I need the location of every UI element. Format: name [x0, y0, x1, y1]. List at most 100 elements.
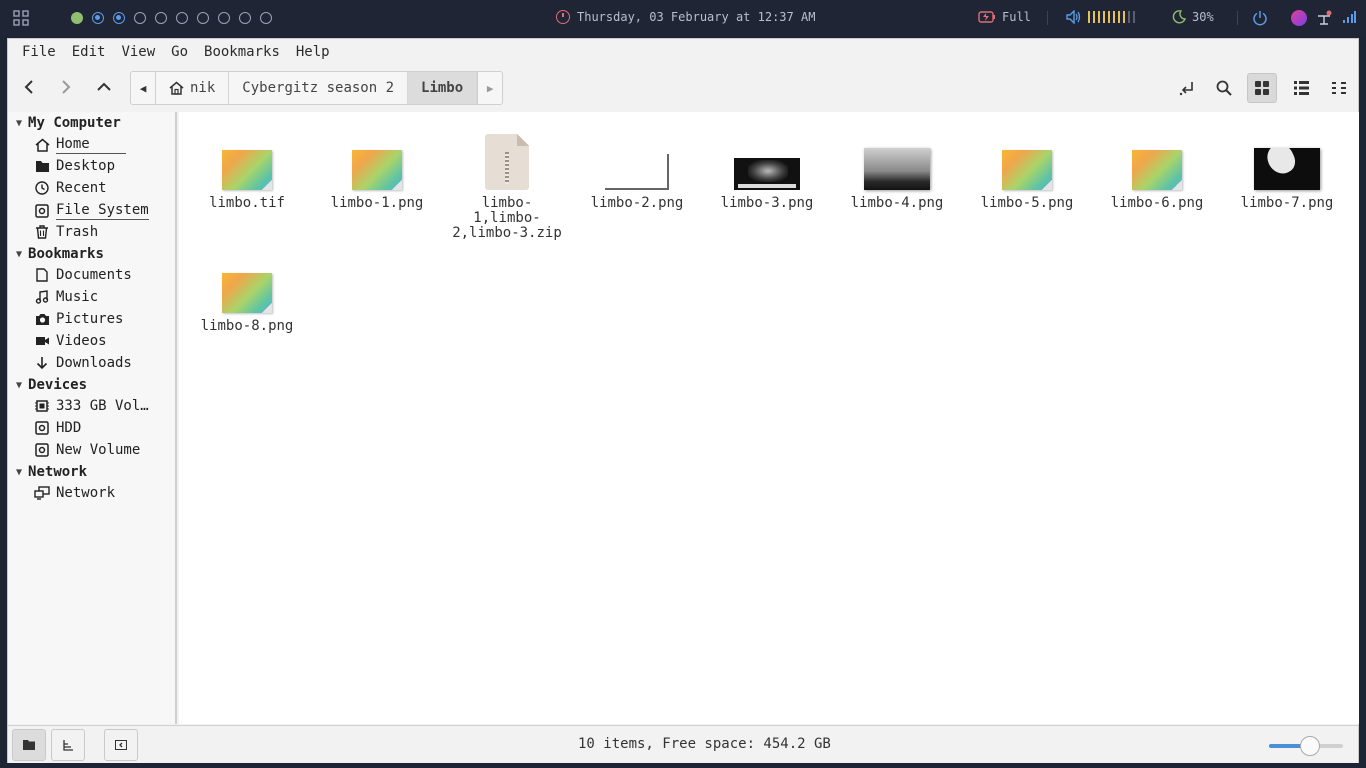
triangle-right-icon: ▶ [486, 81, 494, 95]
speaker-icon [1066, 10, 1081, 24]
breadcrumb-current[interactable]: Limbo [408, 72, 478, 104]
panel-separator [1237, 11, 1238, 25]
file-name: limbo-6.png [1110, 195, 1204, 211]
battery-indicator[interactable]: Full [978, 10, 1031, 24]
chevron-left-icon [24, 80, 33, 94]
sidebar-item-documents[interactable]: Documents [34, 267, 132, 283]
menu-bookmarks[interactable]: Bookmarks [196, 44, 288, 60]
sidebar-item-home[interactable]: Home [34, 136, 126, 154]
show-treeview-button[interactable] [51, 729, 85, 761]
sidebar-section-devices[interactable]: ▼ Devices [16, 377, 87, 393]
breadcrumb-scroll-left-button[interactable]: ◀ [131, 72, 156, 104]
section-label: My Computer [28, 115, 121, 131]
compact-view-button[interactable] [1324, 73, 1354, 103]
app-indicator-icon[interactable] [1291, 10, 1307, 26]
workspace-8[interactable] [218, 12, 230, 24]
workspace-2[interactable] [92, 12, 104, 24]
sidebar-item-music[interactable]: Music [34, 289, 98, 305]
sidebar-item-file-system[interactable]: File System [34, 202, 149, 220]
signal-icon[interactable] [1342, 10, 1356, 24]
app-grid-icon[interactable] [13, 10, 29, 26]
sidebar-item-label: Network [56, 485, 116, 501]
sidebar-item-hdd[interactable]: HDD [34, 420, 81, 436]
zoom-slider[interactable] [1269, 736, 1343, 756]
back-button[interactable] [15, 73, 43, 101]
sidebar-item-pictures[interactable]: Pictures [34, 311, 123, 327]
sidebar-item-label: Recent [56, 180, 107, 196]
sidebar-item-network[interactable]: Network [34, 485, 115, 501]
file-item[interactable]: limbo-4.png [837, 128, 957, 211]
sidebar-item-volume-333gb[interactable]: 333 GB Vol… [34, 398, 149, 414]
top-panel: Thursday, 03 February at 12:37 AM Full 3… [0, 0, 1366, 36]
toolbar: ◀ nik Cybergitz season 2 Limbo ▶ [8, 65, 1358, 111]
file-item[interactable]: limbo.tif [187, 128, 307, 211]
workspace-9[interactable] [239, 12, 251, 24]
file-item[interactable]: limbo-5.png [967, 128, 1087, 211]
power-icon[interactable] [1252, 10, 1268, 26]
breadcrumb-parent[interactable]: Cybergitz season 2 [229, 72, 409, 104]
menu-edit[interactable]: Edit [64, 44, 114, 60]
open-terminal-button[interactable] [1172, 73, 1202, 103]
workspace-5[interactable] [155, 12, 167, 24]
image-thumbnail [1002, 150, 1052, 190]
sidebar-item-videos[interactable]: Videos [34, 333, 107, 349]
sidebar-item-label: Videos [56, 333, 107, 349]
forward-button[interactable] [52, 73, 80, 101]
workspace-10[interactable] [260, 12, 272, 24]
sidebar-item-trash[interactable]: Trash [34, 224, 98, 240]
breadcrumb-scroll-right-button[interactable]: ▶ [477, 72, 502, 104]
workspace-7[interactable] [197, 12, 209, 24]
toggle-sidebar-button[interactable] [104, 729, 138, 761]
menu-view[interactable]: View [113, 44, 163, 60]
search-button[interactable] [1209, 73, 1239, 103]
file-item[interactable]: limbo- 1,limbo- 2,limbo-3.zip [447, 128, 567, 241]
brightness-text: 30% [1192, 10, 1214, 24]
clock[interactable]: Thursday, 03 February at 12:37 AM [556, 10, 815, 24]
sidebar-item-recent[interactable]: Recent [34, 180, 107, 196]
sidebar-toggle-icon [115, 740, 127, 750]
up-button[interactable] [90, 73, 118, 101]
network-computers-icon [34, 486, 50, 500]
workspace-3[interactable] [113, 12, 125, 24]
status-text: 10 items, Free space: 454.2 GB [578, 736, 831, 752]
sidebar-section-bookmarks[interactable]: ▼ Bookmarks [16, 246, 104, 262]
workspace-4[interactable] [134, 12, 146, 24]
volume-indicator[interactable] [1066, 10, 1135, 24]
file-item[interactable]: limbo-3.png [707, 128, 827, 211]
breadcrumb-home[interactable]: nik [156, 72, 230, 104]
list-view-button[interactable] [1286, 73, 1316, 103]
menu-file[interactable]: File [14, 44, 64, 60]
file-item[interactable]: limbo-1.png [317, 128, 437, 211]
status-bar: 10 items, Free space: 454.2 GB [8, 725, 1358, 763]
file-item[interactable]: limbo-7.png [1227, 128, 1347, 211]
drive-icon [34, 443, 50, 457]
menu-help[interactable]: Help [288, 44, 338, 60]
image-thumbnail [222, 150, 272, 190]
file-name: limbo-4.png [850, 195, 944, 211]
sidebar-section-network[interactable]: ▼ Network [16, 464, 87, 480]
sidebar-item-new-volume[interactable]: New Volume [34, 442, 140, 458]
workspace-6[interactable] [176, 12, 188, 24]
zoom-slider-knob[interactable] [1299, 736, 1320, 756]
panel-separator [1047, 11, 1048, 25]
icon-view-button[interactable] [1247, 73, 1277, 103]
network-tray-icon[interactable] [1316, 10, 1334, 26]
zip-archive-icon [485, 134, 529, 190]
file-view: limbo.tif limbo-1.png limbo- 1,limbo- 2,… [179, 112, 1359, 724]
path-toggle-icon [1179, 82, 1193, 96]
sidebar-section-my-computer[interactable]: ▼ My Computer [16, 115, 121, 131]
moon-icon [1172, 10, 1186, 24]
sidebar-item-desktop[interactable]: Desktop [34, 158, 115, 174]
file-item[interactable]: limbo-2.png [577, 128, 697, 211]
workspace-1[interactable] [71, 12, 83, 24]
file-item[interactable]: limbo-6.png [1097, 128, 1217, 211]
drive-icon [34, 204, 50, 218]
sidebar-item-downloads[interactable]: Downloads [34, 355, 132, 371]
file-item[interactable]: limbo-8.png [187, 251, 307, 334]
brightness-indicator[interactable]: 30% [1172, 10, 1214, 24]
home-icon [169, 81, 184, 95]
show-places-button[interactable] [12, 729, 46, 761]
sidebar-item-label: Desktop [56, 158, 116, 174]
menu-go[interactable]: Go [163, 44, 196, 60]
breadcrumb: ◀ nik Cybergitz season 2 Limbo ▶ [130, 71, 504, 105]
